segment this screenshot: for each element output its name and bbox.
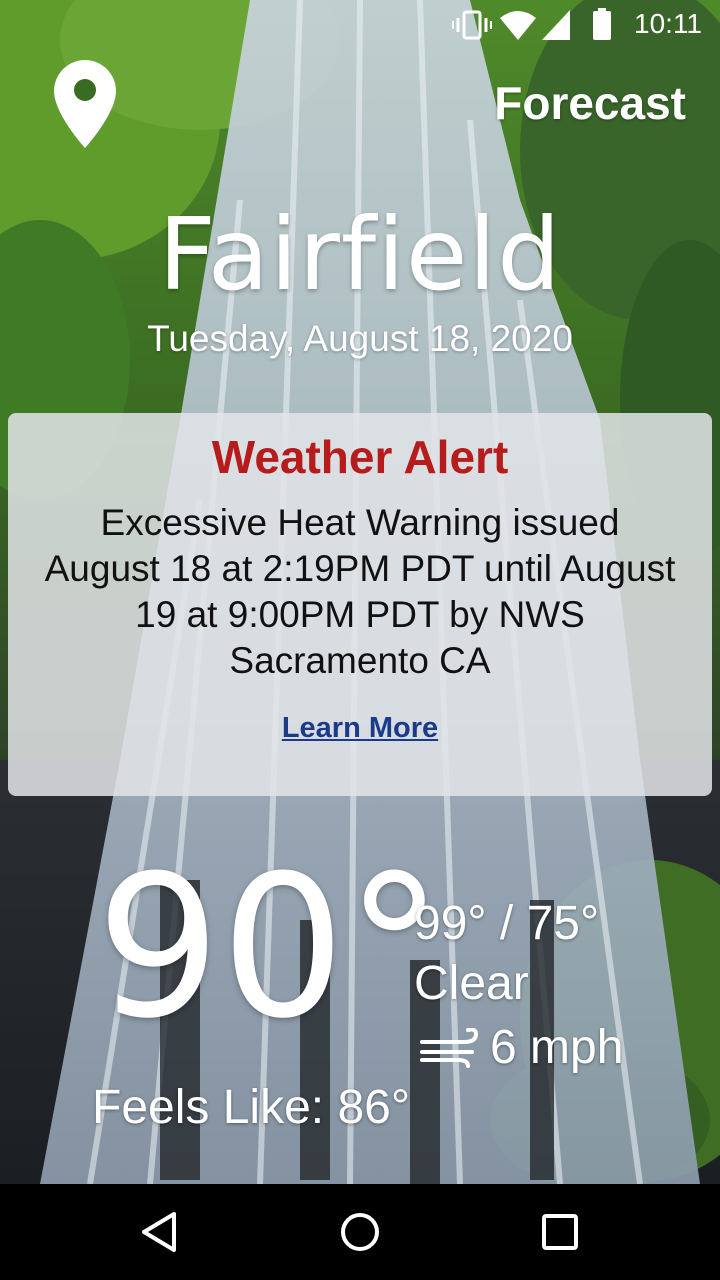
weather-condition: Clear: [414, 957, 529, 1010]
recents-icon[interactable]: [534, 1206, 586, 1258]
alert-message: Excessive Heat Warning issued August 18 …: [44, 502, 676, 681]
status-bar: 10:11: [0, 0, 720, 48]
feels-like: Feels Like: 86°: [92, 1081, 411, 1134]
wifi-icon: [500, 10, 536, 45]
current-temperature: 90°: [96, 834, 444, 1062]
city-name: Fairfield: [158, 196, 562, 313]
forecast-button[interactable]: Forecast: [494, 76, 686, 130]
location-pin-icon[interactable]: [54, 60, 116, 148]
wind-speed: 6 mph: [490, 1021, 624, 1074]
current-date: Tuesday, August 18, 2020: [147, 318, 573, 359]
status-time: 10:11: [634, 8, 702, 39]
home-icon[interactable]: [334, 1206, 386, 1258]
battery-icon: [592, 8, 612, 45]
navigation-bar: [0, 1184, 720, 1280]
signal-icon: [542, 10, 570, 45]
alert-title: Weather Alert: [211, 431, 509, 483]
high-low-temperature: 99° / 75°: [414, 897, 600, 950]
wind-icon: [420, 1027, 484, 1068]
vibrate-icon: [452, 10, 492, 45]
learn-more-link[interactable]: Learn More: [0, 712, 720, 745]
back-icon[interactable]: [134, 1206, 186, 1258]
